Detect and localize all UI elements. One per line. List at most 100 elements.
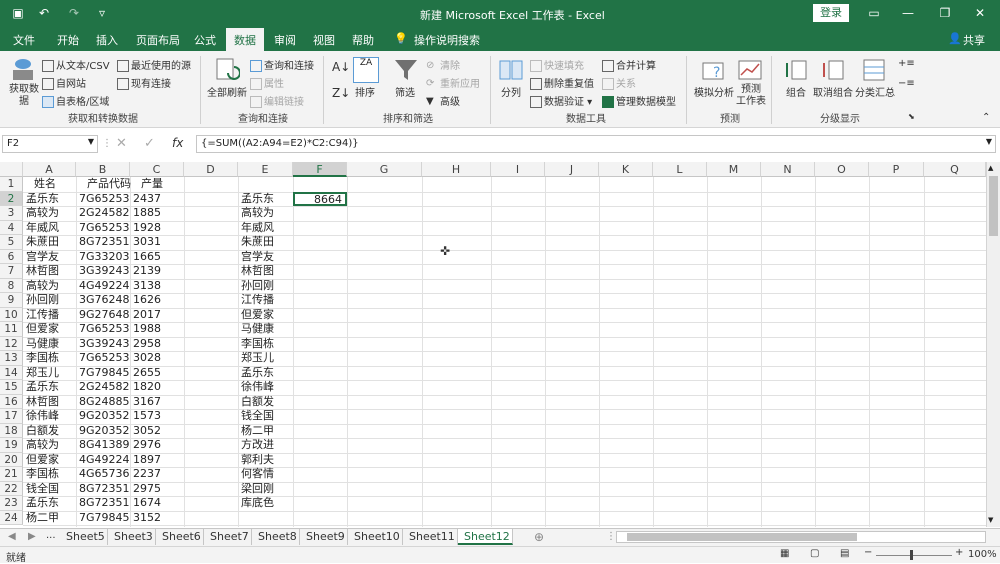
column-header-h[interactable]: H	[422, 162, 491, 177]
cell-b21[interactable]: 4G65736	[76, 467, 130, 482]
existing-connections-button[interactable]: 现有连接	[117, 75, 171, 90]
sort-dialog-icon[interactable]: ZA	[353, 57, 379, 83]
row-header[interactable]: 23	[0, 496, 23, 511]
next-sheet-icon[interactable]: ▶	[28, 531, 36, 542]
cell-a12[interactable]: 马健康	[23, 337, 76, 352]
cell-c23[interactable]: 1674	[130, 496, 184, 511]
row-header[interactable]: 7	[0, 264, 23, 279]
cell-b19[interactable]: 8G41389	[76, 438, 130, 453]
row-header[interactable]: 19	[0, 438, 23, 453]
cell-c12[interactable]: 2958	[130, 337, 184, 352]
cell-c21[interactable]: 2237	[130, 467, 184, 482]
zoom-slider[interactable]	[876, 555, 952, 556]
tab-insert[interactable]: 插入	[96, 32, 118, 48]
row-header[interactable]: 12	[0, 336, 23, 351]
sheet-tab-sheet11[interactable]: Sheet11	[403, 529, 458, 545]
cell-c18[interactable]: 3052	[130, 424, 184, 439]
scroll-up-icon[interactable]: ▲	[988, 164, 993, 172]
cell-b18[interactable]: 9G20352	[76, 424, 130, 439]
page-break-view-icon[interactable]: ▤	[840, 548, 849, 559]
tab-home[interactable]: 开始	[57, 32, 79, 48]
group-icon[interactable]	[784, 57, 810, 83]
cell-b13[interactable]: 7G65253	[76, 351, 130, 366]
row-header[interactable]: 8	[0, 278, 23, 293]
remove-duplicates-button[interactable]: 删除重复值	[530, 75, 594, 90]
row-header[interactable]: 13	[0, 351, 23, 366]
from-table-button[interactable]: 自表格/区域	[42, 93, 109, 108]
cell-a17[interactable]: 徐伟峰	[23, 409, 76, 424]
cell-b22[interactable]: 8G72351	[76, 482, 130, 497]
zoom-in-icon[interactable]: +	[955, 547, 963, 558]
cell-c1[interactable]: 产量	[138, 177, 192, 192]
queries-connections-button[interactable]: 查询和连接	[250, 57, 314, 72]
cell-c22[interactable]: 2975	[130, 482, 184, 497]
cell-e5[interactable]: 朱蔗田	[238, 235, 293, 250]
cell-c24[interactable]: 3152	[130, 511, 184, 526]
sheet-tab-sheet9[interactable]: Sheet9	[300, 529, 348, 545]
column-header-c[interactable]: C	[130, 162, 184, 177]
sort-button[interactable]: 排序	[355, 84, 375, 99]
undo-icon[interactable]: ↶	[36, 5, 52, 21]
column-header-k[interactable]: K	[599, 162, 653, 177]
column-header-f[interactable]: F	[293, 162, 347, 177]
cell-e15[interactable]: 徐伟峰	[238, 380, 293, 395]
cell-c14[interactable]: 2655	[130, 366, 184, 381]
cell-a14[interactable]: 郑玉儿	[23, 366, 76, 381]
row-header[interactable]: 15	[0, 380, 23, 395]
column-header-b[interactable]: B	[76, 162, 130, 177]
row-header[interactable]: 17	[0, 409, 23, 424]
subtotal-icon[interactable]	[861, 57, 887, 83]
column-header-j[interactable]: J	[545, 162, 599, 177]
cell-b11[interactable]: 7G65253	[76, 322, 130, 337]
cell-b10[interactable]: 9G27648	[76, 308, 130, 323]
cell-c3[interactable]: 1885	[130, 206, 184, 221]
column-header-p[interactable]: P	[869, 162, 924, 177]
tab-help[interactable]: 帮助	[352, 32, 374, 48]
cell-a19[interactable]: 高较为	[23, 438, 76, 453]
cell-e13[interactable]: 郑玉儿	[238, 351, 293, 366]
column-header-d[interactable]: D	[184, 162, 238, 177]
cell-b17[interactable]: 9G20352	[76, 409, 130, 424]
cell-e20[interactable]: 郭利夫	[238, 453, 293, 468]
cell-a11[interactable]: 但爱家	[23, 322, 76, 337]
worksheet-grid[interactable]: A B C D E F G H I J K L M N O P Q 1 姓名 产品代码 产量 2 孟乐东 7G65253 243…	[0, 162, 986, 527]
cell-e21[interactable]: 何客情	[238, 467, 293, 482]
text-to-columns-button[interactable]: 分列	[501, 84, 521, 99]
row-header[interactable]: 18	[0, 423, 23, 438]
cell-e7[interactable]: 林哲图	[238, 264, 293, 279]
row-header[interactable]: 14	[0, 365, 23, 380]
what-if-button[interactable]: 模拟分析	[694, 84, 734, 99]
cell-b6[interactable]: 7G33203	[76, 250, 130, 265]
cell-c11[interactable]: 1988	[130, 322, 184, 337]
cell-e22[interactable]: 梁回刚	[238, 482, 293, 497]
column-header-l[interactable]: L	[653, 162, 707, 177]
recent-sources-button[interactable]: 最近使用的源	[117, 57, 191, 72]
row-header[interactable]: 11	[0, 322, 23, 337]
sheet-tab-sheet10[interactable]: Sheet10	[348, 529, 403, 545]
cell-b12[interactable]: 3G39243	[76, 337, 130, 352]
cell-b20[interactable]: 4G49224	[76, 453, 130, 468]
name-box[interactable]: F2 ▼	[2, 135, 98, 153]
cell-c7[interactable]: 2139	[130, 264, 184, 279]
cell-a7[interactable]: 林哲图	[23, 264, 76, 279]
row-header[interactable]: 16	[0, 394, 23, 409]
row-header[interactable]: 10	[0, 307, 23, 322]
flash-fill-button[interactable]: 快速填充	[530, 57, 584, 72]
close-icon[interactable]: ✕	[972, 5, 988, 21]
forecast-sheet-icon[interactable]	[737, 57, 763, 83]
filter-icon[interactable]	[393, 57, 419, 83]
cell-a24[interactable]: 杨二甲	[23, 511, 76, 526]
cell-e11[interactable]: 马健康	[238, 322, 293, 337]
cell-a22[interactable]: 钱全国	[23, 482, 76, 497]
manage-data-model-button[interactable]: 管理数据模型	[602, 93, 676, 108]
clear-button[interactable]: ⊘ 清除	[426, 57, 460, 72]
cell-a4[interactable]: 年威风	[23, 221, 76, 236]
edit-links-button[interactable]: 编辑链接	[250, 93, 304, 108]
advanced-button[interactable]: ▼ 高级	[426, 93, 460, 108]
sheet-tab-sheet8[interactable]: Sheet8	[252, 529, 300, 545]
cell-a13[interactable]: 李国栋	[23, 351, 76, 366]
row-header[interactable]: 4	[0, 220, 23, 235]
cell-e4[interactable]: 年威风	[238, 221, 293, 236]
new-sheet-icon[interactable]: ⊕	[534, 530, 544, 544]
relationships-button[interactable]: 关系	[602, 75, 636, 90]
